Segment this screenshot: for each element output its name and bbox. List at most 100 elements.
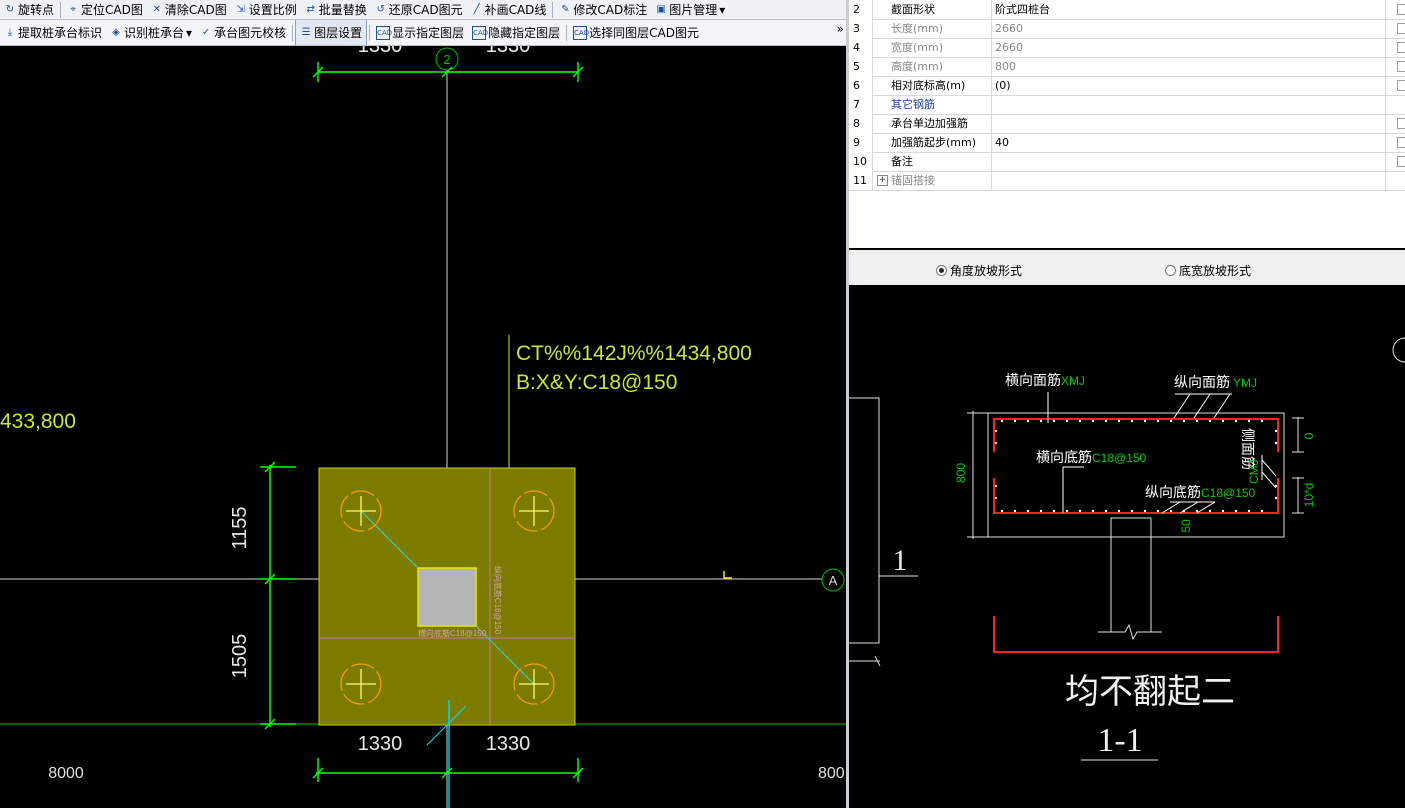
property-name: 其它钢筋 bbox=[873, 95, 992, 114]
property-row[interactable]: 11 锚固搭接 + bbox=[849, 171, 1405, 191]
property-row[interactable]: 8 承台单边加强筋 bbox=[849, 114, 1405, 134]
side-bar-code: CMJ bbox=[1247, 459, 1261, 484]
property-value[interactable]: (0) bbox=[992, 76, 1386, 95]
property-value[interactable]: 40 bbox=[992, 133, 1386, 152]
top-bar-v-label: 纵向面筋 YMJ bbox=[1174, 374, 1257, 390]
property-row-number: 7 bbox=[849, 95, 873, 114]
dim-top-right-label: 1330 bbox=[486, 46, 531, 57]
bay-dimension-left: 8000 bbox=[48, 765, 84, 782]
property-row[interactable]: 3 长度(mm) 2660 bbox=[849, 19, 1405, 39]
property-row[interactable]: 6 相对底标高(m) (0) bbox=[849, 76, 1405, 96]
show-layer-button[interactable]: CAD 显示指定图层 bbox=[372, 20, 468, 45]
property-row[interactable]: 2 截面形状 阶式四桩台 bbox=[849, 0, 1405, 20]
property-value[interactable] bbox=[992, 95, 1386, 114]
pile-cap-check-button[interactable]: ✓ 承台图元校核 bbox=[196, 20, 290, 45]
rotate-icon: ↻ bbox=[5, 3, 15, 15]
check-icon: ✓ bbox=[201, 26, 211, 38]
locate-cad-button[interactable]: ⌖ 定位CAD图 bbox=[63, 0, 147, 19]
section-mark-number: 1 bbox=[893, 544, 908, 577]
property-row-number: 4 bbox=[849, 38, 873, 57]
inner-rebar-text-horizontal: 横向底筋C18@150 bbox=[418, 628, 487, 638]
property-name: 备注 bbox=[873, 152, 992, 171]
property-value[interactable] bbox=[992, 171, 1386, 190]
restore-cad-button[interactable]: ↺ 还原CAD图元 bbox=[371, 0, 467, 19]
locate-icon: ⌖ bbox=[70, 3, 76, 15]
axis-bubble-a-label: A bbox=[829, 573, 838, 588]
height-dim-label: 800 bbox=[954, 463, 968, 483]
property-value[interactable]: 阶式四桩台 bbox=[992, 0, 1386, 19]
rotate-point-button[interactable]: ↻ 旋转点 bbox=[0, 0, 58, 19]
property-checkbox[interactable] bbox=[1397, 156, 1405, 167]
replace-icon: ⇄ bbox=[306, 3, 315, 15]
bottom-bar-h-label: 横向底筋C18@150 bbox=[1036, 449, 1147, 465]
property-checkbox[interactable] bbox=[1397, 23, 1405, 34]
inner-rebar-text-vertical: 纵向底筋C18@150 bbox=[493, 566, 503, 635]
property-checkbox[interactable] bbox=[1397, 137, 1405, 148]
toolbar-separator bbox=[552, 1, 554, 18]
modify-cad-dim-button[interactable]: ✎ 修改CAD标注 bbox=[555, 0, 651, 19]
property-row-number: 11 bbox=[849, 171, 873, 190]
property-checkbox[interactable] bbox=[1397, 42, 1405, 53]
property-name: 相对底标高(m) bbox=[873, 76, 992, 95]
image-manage-button[interactable]: ▣ 图片管理 ▾ bbox=[651, 0, 729, 19]
hide-layer-button[interactable]: CAD 隐藏指定图层 bbox=[468, 20, 564, 45]
draw-cad-line-button[interactable]: ╱ 补画CAD线 bbox=[467, 0, 551, 19]
property-name: 长度(mm) bbox=[873, 19, 992, 38]
cad-icon: CAD bbox=[376, 25, 392, 40]
property-row[interactable]: 4 宽度(mm) 2660 bbox=[849, 38, 1405, 58]
property-row-number: 8 bbox=[849, 114, 873, 133]
property-value[interactable] bbox=[992, 114, 1386, 133]
property-checkbox[interactable] bbox=[1397, 4, 1405, 15]
property-row-number: 5 bbox=[849, 57, 873, 76]
angle-slope-radio[interactable]: 角度放坡形式 bbox=[936, 262, 1022, 279]
width-slope-radio[interactable]: 底宽放坡形式 bbox=[1165, 262, 1251, 279]
dropdown-arrow-icon: ▾ bbox=[186, 25, 193, 40]
cad-toolbar-bottom: ⤓ 提取桩承台标识 ◈ 识别桩承台 ▾ ✓ 承台图元校核 ☰ 图层设置 CAD 显示指定图层… bbox=[0, 20, 848, 46]
anchor-dim-label: 10*d bbox=[1302, 483, 1316, 508]
property-row-number: 6 bbox=[849, 76, 873, 95]
dropdown-arrow-icon: ▾ bbox=[719, 2, 726, 17]
line-icon: ╱ bbox=[473, 3, 480, 15]
property-value[interactable] bbox=[992, 152, 1386, 171]
extract-icon: ⤓ bbox=[7, 26, 13, 38]
batch-replace-button[interactable]: ⇄ 批量替换 bbox=[301, 0, 371, 19]
property-value[interactable]: 800 bbox=[992, 57, 1386, 76]
clear-cad-button[interactable]: ✕ 清除CAD图 bbox=[147, 0, 231, 19]
property-value[interactable]: 2660 bbox=[992, 38, 1386, 57]
property-row-number: 9 bbox=[849, 133, 873, 152]
dim-bottom-left-label: 1330 bbox=[358, 733, 403, 755]
slope-options-bar: 角度放坡形式 底宽放坡形式 bbox=[849, 250, 1405, 285]
property-checkbox[interactable] bbox=[1397, 80, 1405, 91]
top-bar-h-label: 横向面筋XMJ bbox=[1005, 372, 1085, 388]
column[interactable] bbox=[417, 567, 477, 627]
property-row[interactable]: 9 加强筋起步(mm) 40 bbox=[849, 133, 1405, 153]
property-row[interactable]: 5 高度(mm) 800 bbox=[849, 57, 1405, 77]
extract-pile-cap-label-button[interactable]: ⤓ 提取桩承台标识 bbox=[0, 20, 106, 45]
cover-dim-label: 0 bbox=[1302, 432, 1316, 439]
property-name: 宽度(mm) bbox=[873, 38, 992, 57]
cad-canvas[interactable]: 2 A 1330 1330 CT%%142J%%1434,800 B:X&Y:C… bbox=[0, 46, 848, 808]
bay-dimension-right: 800 bbox=[818, 765, 845, 782]
cad-icon: CAD bbox=[472, 25, 488, 40]
property-checkbox[interactable] bbox=[1397, 118, 1405, 129]
property-name: 加强筋起步(mm) bbox=[873, 133, 992, 152]
cad-icon: CAD bbox=[573, 25, 589, 40]
axis-bubble-2-label: 2 bbox=[443, 52, 450, 67]
property-checkbox[interactable] bbox=[1397, 61, 1405, 72]
identify-pile-cap-button[interactable]: ◈ 识别桩承台 ▾ bbox=[106, 20, 196, 45]
layer-settings-button[interactable]: ☰ 图层设置 bbox=[295, 20, 368, 45]
toolbar-separator bbox=[566, 24, 568, 41]
set-scale-button[interactable]: ⇲ 设置比例 bbox=[231, 0, 301, 19]
bottom-bar-v-label: 纵向底筋C18@150 bbox=[1145, 484, 1256, 500]
expand-icon[interactable]: + bbox=[877, 175, 888, 186]
select-same-layer-button[interactable]: CAD 选择同图层CAD图元 bbox=[569, 20, 703, 45]
property-row[interactable]: 10 备注 bbox=[849, 152, 1405, 172]
property-row[interactable]: 7 其它钢筋 bbox=[849, 95, 1405, 115]
toolbar-overflow-button[interactable]: » bbox=[837, 22, 844, 36]
dim-bottom-right-label: 1330 bbox=[486, 733, 531, 755]
section-title: 1-1 bbox=[1097, 722, 1142, 759]
property-row-number: 3 bbox=[849, 19, 873, 38]
identify-icon: ◈ bbox=[112, 26, 120, 38]
section-caption: 均不翻起二 bbox=[1065, 672, 1235, 712]
property-value[interactable]: 2660 bbox=[992, 19, 1386, 38]
